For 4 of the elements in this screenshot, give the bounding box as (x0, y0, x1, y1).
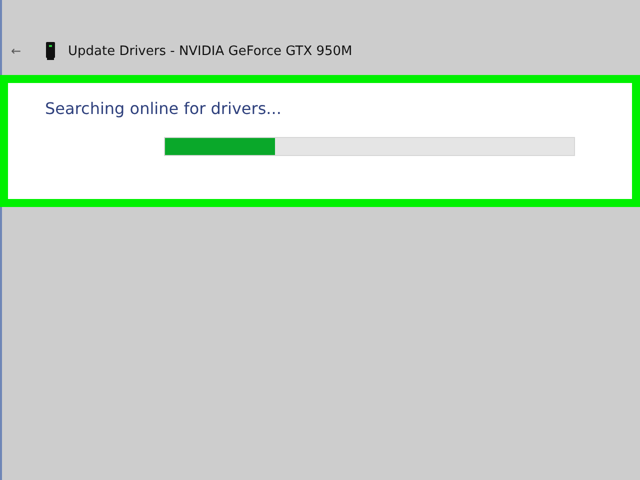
status-text: Searching online for drivers... (45, 99, 282, 118)
back-button[interactable]: ← (11, 44, 35, 58)
window-title: Update Drivers - NVIDIA GeForce GTX 950M (68, 44, 352, 58)
device-icon (46, 42, 55, 60)
